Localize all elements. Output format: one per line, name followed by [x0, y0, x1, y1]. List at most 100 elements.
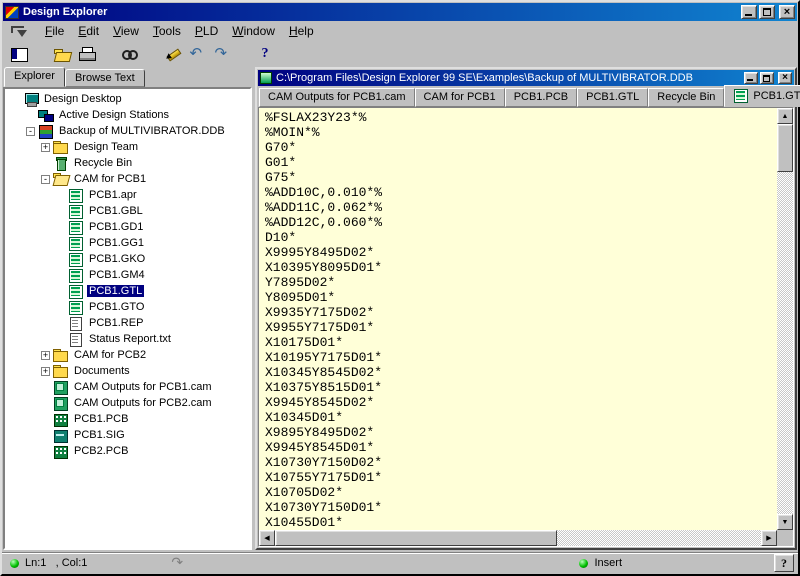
- browse-glasses-button[interactable]: [117, 43, 142, 65]
- folder-open-icon: [53, 173, 69, 186]
- doc-tab-label: PCB1.GTL: [753, 90, 800, 102]
- folder-closed-icon: [53, 365, 69, 378]
- expand-icon[interactable]: +: [41, 351, 50, 360]
- tree-item-label: Design Team: [72, 141, 140, 153]
- hscroll-thumb[interactable]: [275, 530, 557, 546]
- tree-item-pcb1-gm4[interactable]: PCB1.GM4: [7, 267, 250, 283]
- tree-item-pcb2-pcb[interactable]: PCB2.PCB: [7, 443, 250, 459]
- doc-maximize-button[interactable]: [760, 72, 774, 84]
- menu-item-file[interactable]: File: [38, 22, 71, 40]
- menu-item-edit[interactable]: Edit: [71, 22, 106, 40]
- status-bar: Ln:1 , Col:1 ↷ Insert ?: [2, 552, 798, 574]
- open-folder-icon: [53, 46, 71, 62]
- scroll-up-icon[interactable]: ▲: [777, 108, 793, 124]
- doc-close-button[interactable]: ×: [778, 72, 792, 84]
- expand-icon[interactable]: +: [41, 143, 50, 152]
- insert-mode: Insert: [594, 557, 622, 569]
- explorer-panel-button[interactable]: [6, 43, 31, 65]
- tree-indent: [7, 339, 56, 340]
- tree-item-pcb1-gg1[interactable]: PCB1.GG1: [7, 235, 250, 251]
- tree-item-pcb1-rep[interactable]: PCB1.REP: [7, 315, 250, 331]
- menu-item-view[interactable]: View: [106, 22, 146, 40]
- vscroll-track[interactable]: [777, 124, 793, 514]
- menu-item-help[interactable]: Help: [282, 22, 321, 40]
- tree-item-pcb1-sig[interactable]: PCB1.SIG: [7, 427, 250, 443]
- browse-glasses-icon: [121, 46, 139, 62]
- scroll-right-icon[interactable]: ▶: [761, 530, 777, 546]
- horizontal-scrollbar[interactable]: ◀ ▶: [259, 530, 777, 546]
- document-title-bar[interactable]: C:\Program Files\Design Explorer 99 SE\E…: [258, 70, 794, 86]
- tree-item-design-team[interactable]: + Design Team: [7, 139, 250, 155]
- open-folder-button[interactable]: [49, 43, 74, 65]
- expand-icon[interactable]: +: [41, 367, 50, 376]
- menu-item-pld[interactable]: PLD: [188, 22, 225, 40]
- gerber-text[interactable]: %FSLAX23Y23*% %MOIN*% G70* G01* G75* %AD…: [259, 108, 777, 530]
- tree-item-pcb1-gd1[interactable]: PCB1.GD1: [7, 219, 250, 235]
- toolbar-group: [6, 43, 31, 65]
- tree-item-label: PCB1.GD1: [87, 221, 145, 233]
- main-area: Explorer Browse Text Design DesktopActiv…: [2, 67, 798, 552]
- tree-item-label: Status Report.txt: [87, 333, 173, 345]
- menu-item-tools[interactable]: Tools: [146, 22, 188, 40]
- print-button[interactable]: [74, 43, 99, 65]
- gerber-doc-icon: [68, 237, 84, 250]
- vertical-scrollbar[interactable]: ▲ ▼: [777, 108, 793, 530]
- maximize-button[interactable]: [759, 5, 775, 19]
- tab-explorer[interactable]: Explorer: [4, 67, 65, 87]
- tree-item-backup-of-multivibrator-ddb[interactable]: -Backup of MULTIVIBRATOR.DDB: [7, 123, 250, 139]
- tree-item-cam-outputs-for-pcb2-cam[interactable]: CAM Outputs for PCB2.cam: [7, 395, 250, 411]
- toolbar-group: [49, 43, 99, 65]
- scroll-left-icon[interactable]: ◀: [259, 530, 275, 546]
- tree-item-pcb1-pcb[interactable]: PCB1.PCB: [7, 411, 250, 427]
- tree-item-documents[interactable]: +Documents: [7, 363, 250, 379]
- doc-tab-row: CAM Outputs for PCB1.camCAM for PCB1PCB1…: [258, 86, 794, 107]
- expander-spacer: [56, 307, 68, 308]
- edit-pencil-button[interactable]: [160, 43, 185, 65]
- doc-tab-recycle-bin[interactable]: Recycle Bin: [648, 88, 724, 107]
- sig-doc-icon: [53, 429, 69, 442]
- doc-tab-cam-outputs-for-pcb1-cam[interactable]: CAM Outputs for PCB1.cam: [259, 88, 415, 107]
- gerber-doc-icon: [68, 301, 84, 314]
- scroll-down-icon[interactable]: ▼: [777, 514, 793, 530]
- doc-minimize-button[interactable]: [744, 72, 758, 84]
- status-help-button[interactable]: ?: [774, 554, 794, 572]
- menu-item-window[interactable]: Window: [225, 22, 282, 40]
- tree-item-label: PCB1.SIG: [72, 429, 127, 441]
- tree-item-recycle-bin[interactable]: Recycle Bin: [7, 155, 250, 171]
- tab-browse-text[interactable]: Browse Text: [65, 69, 145, 87]
- tree-item-pcb1-gtl[interactable]: PCB1.GTL: [7, 283, 250, 299]
- minimize-button[interactable]: [741, 5, 757, 19]
- doc-tab-cam-for-pcb1[interactable]: CAM for PCB1: [415, 88, 505, 107]
- tree-item-design-desktop[interactable]: Design Desktop: [7, 91, 250, 107]
- tree-indent: [7, 451, 41, 452]
- doc-tab-pcb1-gtl-active[interactable]: PCB1.GTL: [724, 85, 800, 107]
- tree-item-pcb1-gbl[interactable]: PCB1.GBL: [7, 203, 250, 219]
- title-bar[interactable]: Design Explorer ×: [3, 3, 797, 21]
- close-button[interactable]: ×: [779, 5, 795, 19]
- tree-item-pcb1-apr[interactable]: PCB1.apr: [7, 187, 250, 203]
- document-title: C:\Program Files\Design Explorer 99 SE\E…: [276, 72, 742, 84]
- doc-tab-pcb1-pcb[interactable]: PCB1.PCB: [505, 88, 577, 107]
- right-panel: C:\Program Files\Design Explorer 99 SE\E…: [255, 67, 797, 552]
- gerber-doc-icon: [68, 269, 84, 282]
- tree-item-pcb1-gto[interactable]: PCB1.GTO: [7, 299, 250, 315]
- tree-item-cam-for-pcb1[interactable]: -CAM for PCB1: [7, 171, 250, 187]
- vscroll-thumb[interactable]: [777, 124, 793, 172]
- doc-tab-pcb1-gtl[interactable]: PCB1.GTL: [577, 88, 648, 107]
- tree-item-status-report-txt[interactable]: Status Report.txt: [7, 331, 250, 347]
- expander-spacer: [41, 419, 53, 420]
- doc-maximize-icon: [763, 75, 770, 82]
- help-button[interactable]: [253, 43, 278, 65]
- menu-arrow-icon[interactable]: [6, 23, 34, 39]
- collapse-icon[interactable]: -: [41, 175, 50, 184]
- collapse-icon[interactable]: -: [26, 127, 35, 136]
- tree-item-pcb1-gko[interactable]: PCB1.GKO: [7, 251, 250, 267]
- tree-item-active-design-stations[interactable]: Active Design Stations: [7, 107, 250, 123]
- tree-item-cam-outputs-for-pcb1-cam[interactable]: CAM Outputs for PCB1.cam: [7, 379, 250, 395]
- tree-item-cam-for-pcb2[interactable]: +CAM for PCB2: [7, 347, 250, 363]
- tree-indent: [7, 211, 56, 212]
- undo-button[interactable]: [185, 43, 210, 65]
- redo-button[interactable]: [210, 43, 235, 65]
- hscroll-track[interactable]: [275, 530, 761, 546]
- status-ball-icon: [10, 559, 19, 568]
